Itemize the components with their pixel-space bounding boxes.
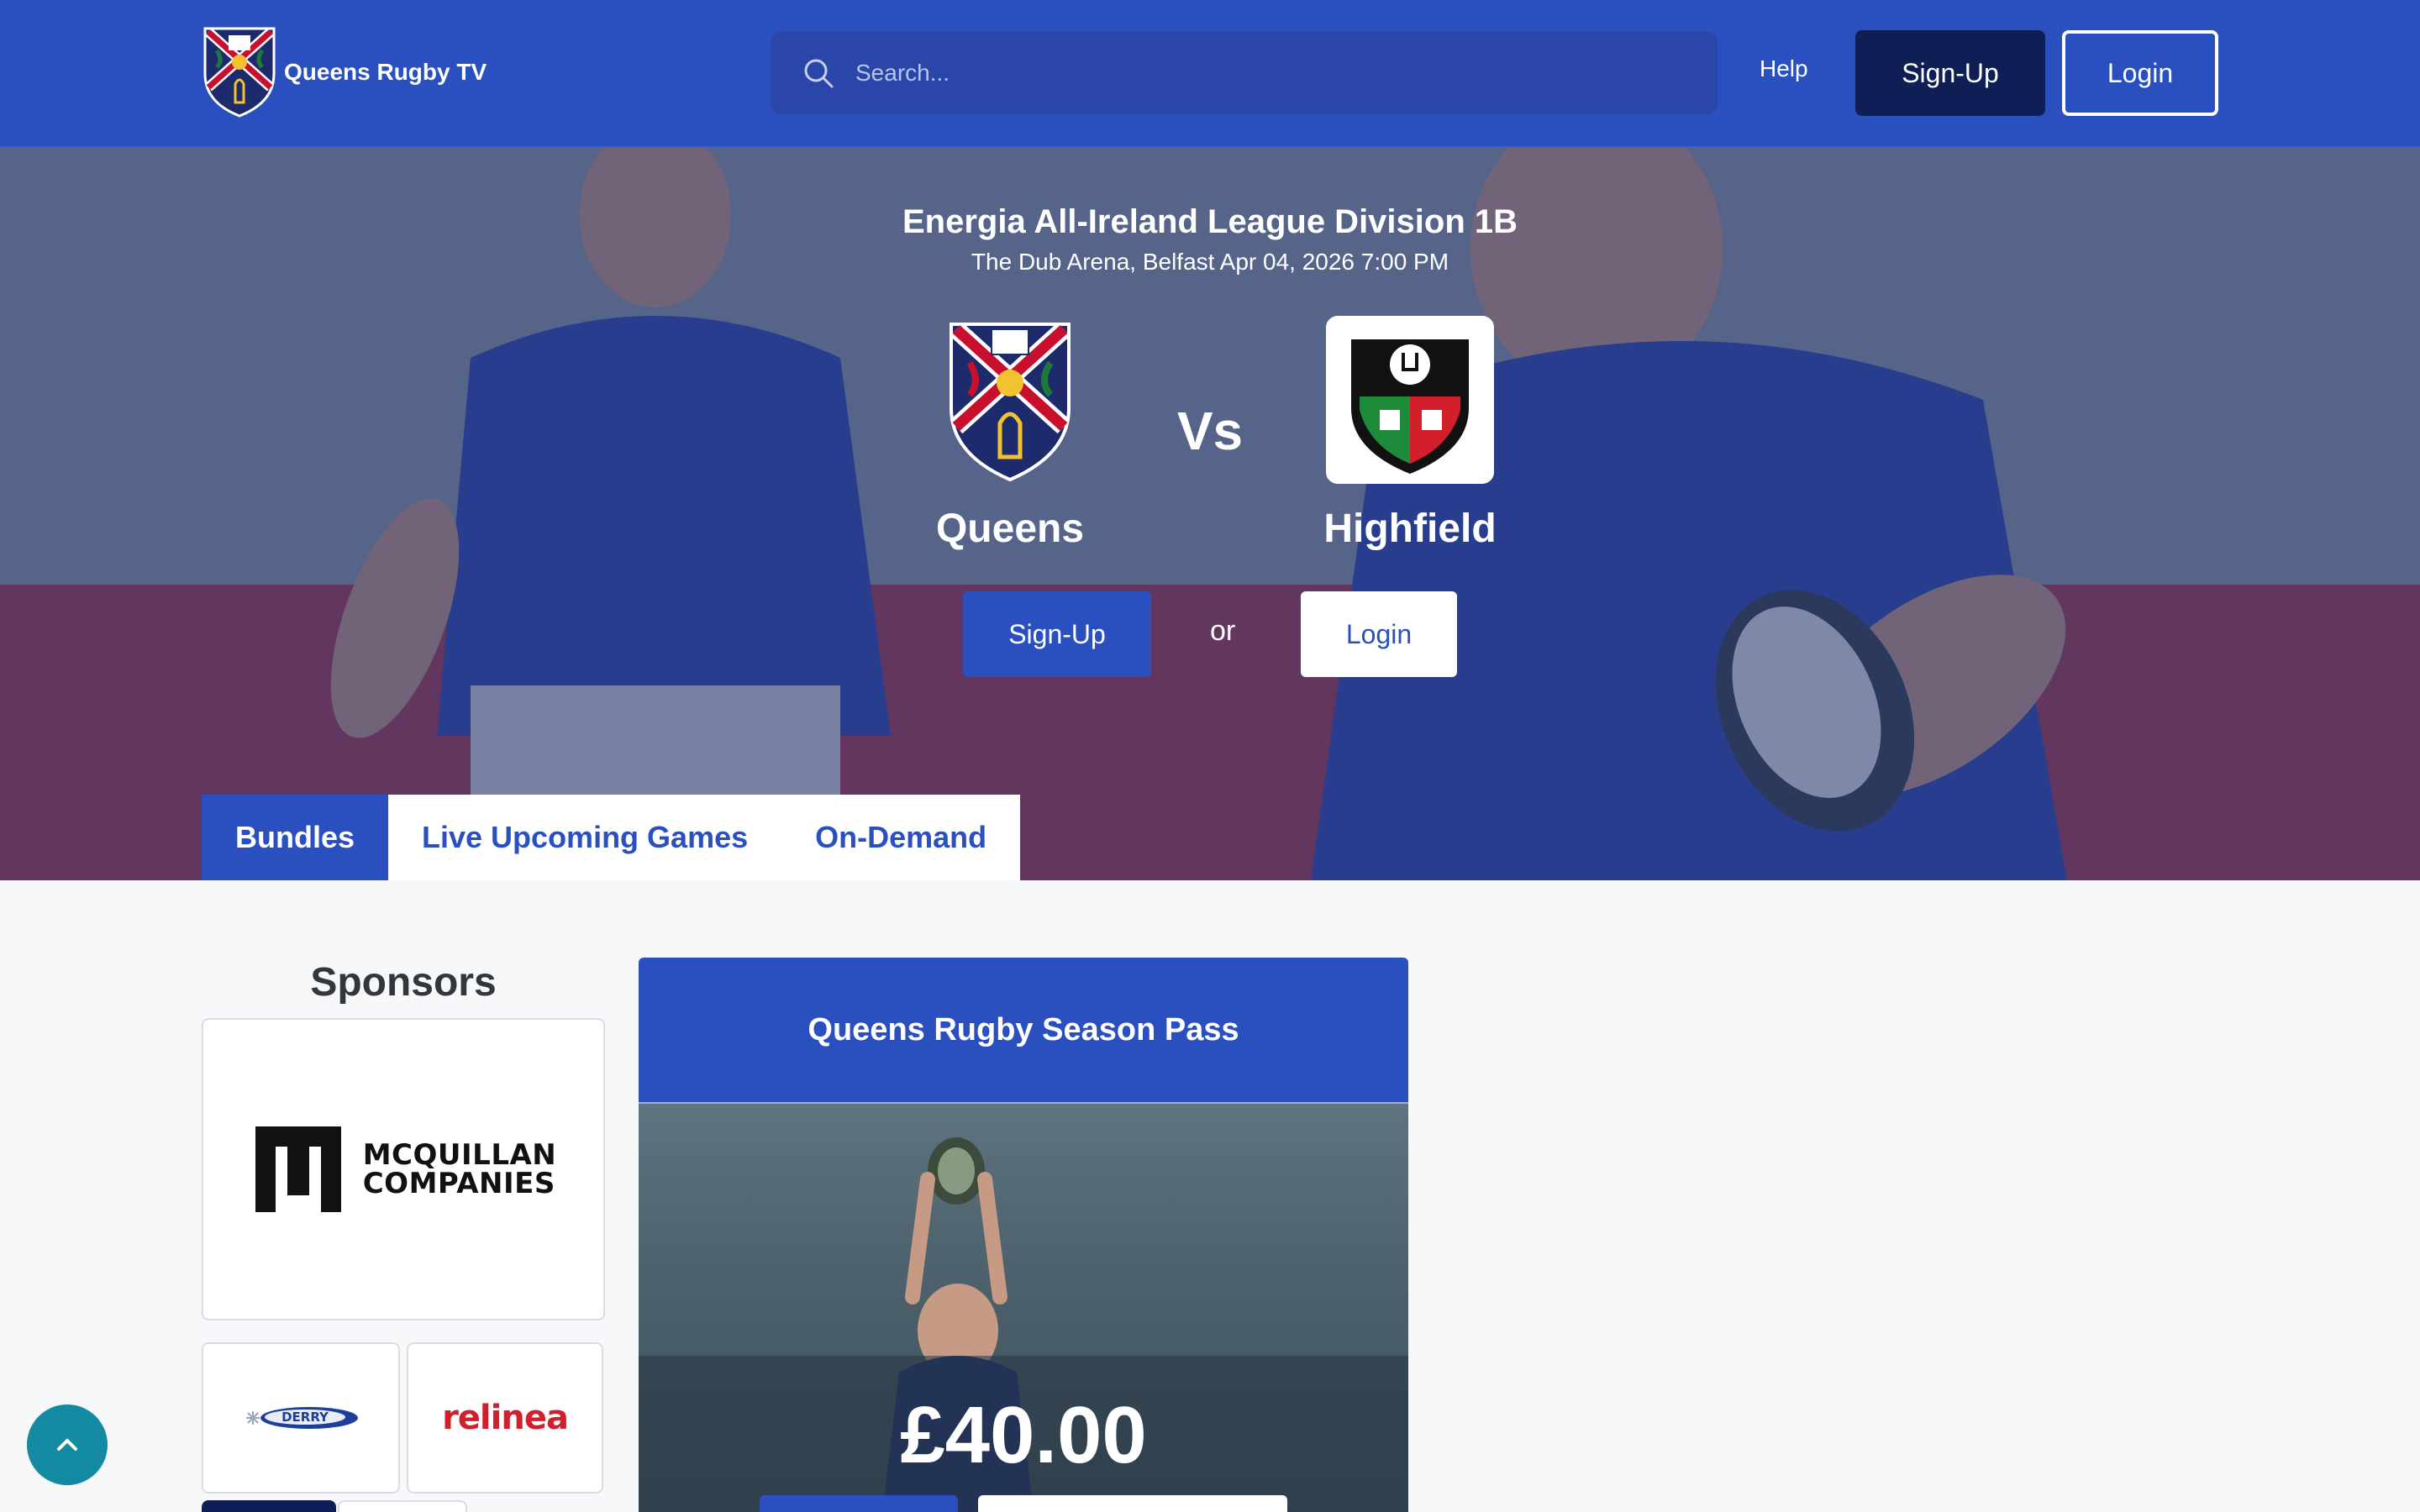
content-tabs: Bundles Live Upcoming Games On-Demand xyxy=(202,795,1021,880)
queens-crest-logo xyxy=(950,322,1071,482)
home-team: Queens xyxy=(884,316,1136,552)
header-signup-button[interactable]: Sign-Up xyxy=(1855,30,2045,116)
brand-link[interactable]: Queens Rugby TV xyxy=(202,25,487,119)
sponsor-card-partial[interactable] xyxy=(202,1500,336,1512)
derry-logo: DERRY xyxy=(246,1407,358,1429)
site-header: Queens Rugby TV Help Sign-Up Login xyxy=(0,0,2420,148)
tab-live-upcoming-games[interactable]: Live Upcoming Games xyxy=(388,795,781,880)
header-login-button[interactable]: Login xyxy=(2062,30,2218,116)
season-pass-secondary-button[interactable] xyxy=(978,1495,1287,1512)
hero-signup-button[interactable]: Sign-Up xyxy=(963,591,1151,677)
mcquillan-name: MCQUILLAN COMPANIES xyxy=(363,1141,557,1198)
match-hero: Energia All-Ireland League Division 1B T… xyxy=(0,148,2420,880)
season-pass-price: £40.00 xyxy=(900,1390,1147,1480)
league-name: Energia All-Ireland League Division 1B xyxy=(902,203,1518,240)
season-pass-title: Queens Rugby Season Pass xyxy=(639,958,1408,1104)
venue-datetime: The Dub Arena, Belfast Apr 04, 2026 7:00… xyxy=(971,249,1449,275)
help-link[interactable]: Help xyxy=(1760,55,1808,82)
mcquillan-name-line2: COMPANIES xyxy=(362,1167,555,1200)
home-team-name: Queens xyxy=(935,507,1085,551)
search-icon xyxy=(804,59,834,88)
relinea-name: relinea xyxy=(442,1399,569,1437)
or-text: or xyxy=(1210,615,1236,647)
brand-name: Queens Rugby TV xyxy=(284,59,487,85)
away-team-name: Highfield xyxy=(1323,507,1497,551)
tab-on-demand[interactable]: On-Demand xyxy=(781,795,1020,880)
search-bar[interactable] xyxy=(771,32,1718,114)
sponsor-relinea[interactable]: relinea xyxy=(407,1342,603,1494)
tab-bundles[interactable]: Bundles xyxy=(202,795,389,880)
vs-label: Vs xyxy=(1176,401,1244,461)
season-pass-image: £40.00 xyxy=(639,1104,1408,1512)
season-pass-card[interactable]: Queens Rugby Season Pass £40.00 xyxy=(639,958,1408,1512)
derry-name: DERRY xyxy=(281,1410,329,1425)
chevron-up-icon xyxy=(57,1439,77,1451)
mcquillan-name-line1: MCQUILLAN xyxy=(362,1138,557,1172)
queens-crest-logo xyxy=(203,27,276,118)
hero-login-button[interactable]: Login xyxy=(1301,591,1457,677)
search-input[interactable] xyxy=(855,32,1718,114)
sponsor-derry[interactable]: DERRY xyxy=(202,1342,400,1494)
highfield-crest-logo xyxy=(1326,316,1494,484)
season-pass-primary-button[interactable] xyxy=(760,1495,958,1512)
away-team: Highfield xyxy=(1284,316,1536,552)
match-info: Energia All-Ireland League Division 1B T… xyxy=(0,148,2420,880)
sponsor-mcquillan[interactable]: MCQUILLAN COMPANIES xyxy=(202,1018,605,1320)
sponsors-title: Sponsors xyxy=(310,960,497,1005)
scroll-to-top-button[interactable] xyxy=(27,1404,108,1485)
mcquillan-logo-mark xyxy=(255,1126,341,1212)
sponsor-card-partial[interactable] xyxy=(338,1500,467,1512)
